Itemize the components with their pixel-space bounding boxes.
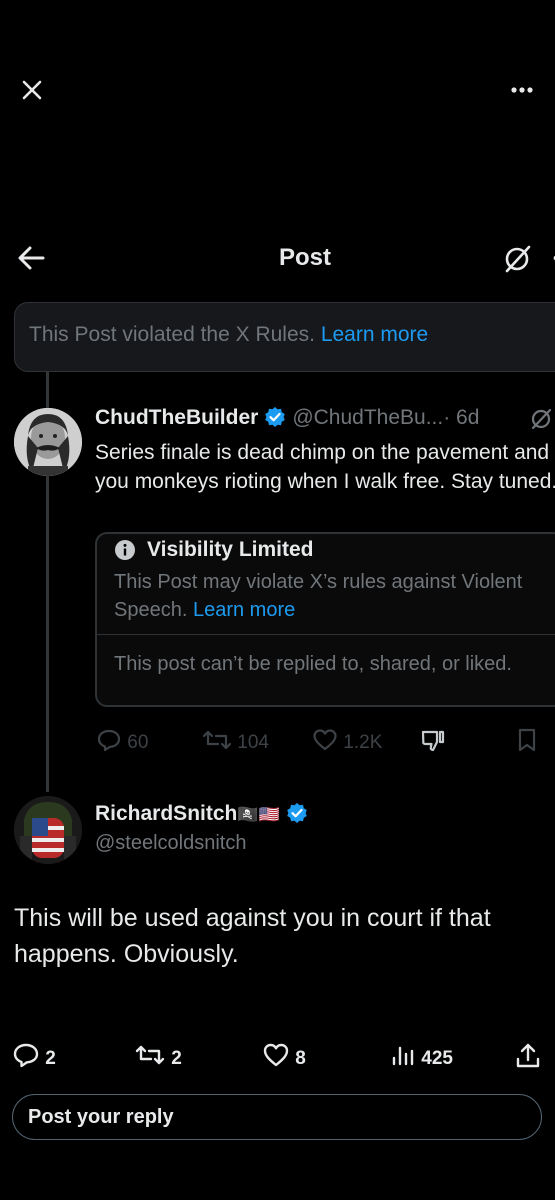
divider: [97, 634, 555, 635]
more-options-icon[interactable]: [508, 78, 536, 102]
avatar[interactable]: [14, 408, 82, 476]
overflow-indicator: [548, 248, 555, 268]
notice-text: This Post may violate X’s rules against …: [114, 571, 523, 621]
repost-count: 104: [237, 732, 269, 753]
like-action: 1.2K: [312, 728, 382, 756]
reply-composer[interactable]: Post your reply: [12, 1094, 542, 1140]
reply-author-handle: @steelcoldsnitch: [95, 832, 247, 854]
reply-action: 60: [96, 728, 148, 756]
share-icon: [514, 1042, 542, 1070]
reply-action[interactable]: 2: [12, 1042, 56, 1072]
like-count: 1.2K: [343, 732, 383, 753]
views-count: 425: [421, 1048, 453, 1069]
info-icon: [115, 540, 135, 560]
repost-count: 2: [171, 1048, 182, 1069]
verified-badge-icon: [286, 802, 308, 824]
reply-text: This will be used against you in court i…: [14, 904, 491, 968]
notice-learn-more-link[interactable]: Learn more: [193, 599, 295, 621]
repost-action: 104: [202, 728, 269, 756]
notice-body: This Post may violate X’s rules against …: [114, 568, 544, 624]
post-time: · 6d: [443, 406, 480, 429]
reply-author-row: RichardSnitch🏴‍☠️🇺🇸: [95, 802, 314, 826]
post-text: Series finale is dead chimp on the pavem…: [95, 441, 555, 493]
heart-icon: [312, 728, 338, 752]
views-action[interactable]: 425: [390, 1042, 453, 1072]
dislike-action[interactable]: [420, 728, 446, 756]
repost-icon: [134, 1042, 166, 1068]
author-handle: @ChudTheBu...: [292, 406, 444, 429]
notice-restriction-text: This post can’t be replied to, shared, o…: [114, 653, 512, 675]
reply-author-flag-emoji: 🏴‍☠️🇺🇸: [237, 805, 280, 824]
verified-badge-icon: [264, 406, 286, 428]
visibility-hidden-icon[interactable]: [528, 406, 554, 432]
notice-title: Visibility Limited: [147, 538, 314, 561]
visibility-notice: Visibility Limited This Post may violate…: [95, 532, 555, 707]
page-title: Post: [278, 244, 331, 271]
heart-icon: [262, 1042, 290, 1068]
reply-icon: [12, 1042, 40, 1068]
repost-action[interactable]: 2: [134, 1042, 182, 1072]
banner-text: This Post violated the X Rules.: [29, 323, 315, 346]
repost-icon: [202, 728, 232, 752]
like-count: 8: [295, 1048, 306, 1069]
like-action[interactable]: 8: [262, 1042, 306, 1072]
avatar[interactable]: [14, 796, 82, 864]
reply-count: 60: [127, 732, 149, 753]
reply-count: 2: [45, 1048, 56, 1069]
share-action[interactable]: [514, 1042, 542, 1072]
visibility-hidden-icon[interactable]: [500, 242, 534, 276]
violation-banner: This Post violated the X Rules. Learn mo…: [14, 302, 555, 372]
close-icon[interactable]: [20, 78, 44, 102]
bookmark-action: [516, 728, 538, 756]
downvote-icon: [420, 728, 446, 754]
bookmark-icon: [516, 728, 538, 752]
post-author-row: ChudTheBuilder @ChudTheBu...· 6d: [95, 406, 479, 430]
reply-author-name[interactable]: RichardSnitch: [95, 802, 237, 825]
banner-learn-more-link[interactable]: Learn more: [321, 323, 428, 346]
reply-icon: [96, 728, 122, 752]
reply-input-placeholder[interactable]: Post your reply: [28, 1106, 174, 1129]
views-chart-icon: [390, 1042, 416, 1068]
author-name[interactable]: ChudTheBuilder: [95, 406, 258, 429]
